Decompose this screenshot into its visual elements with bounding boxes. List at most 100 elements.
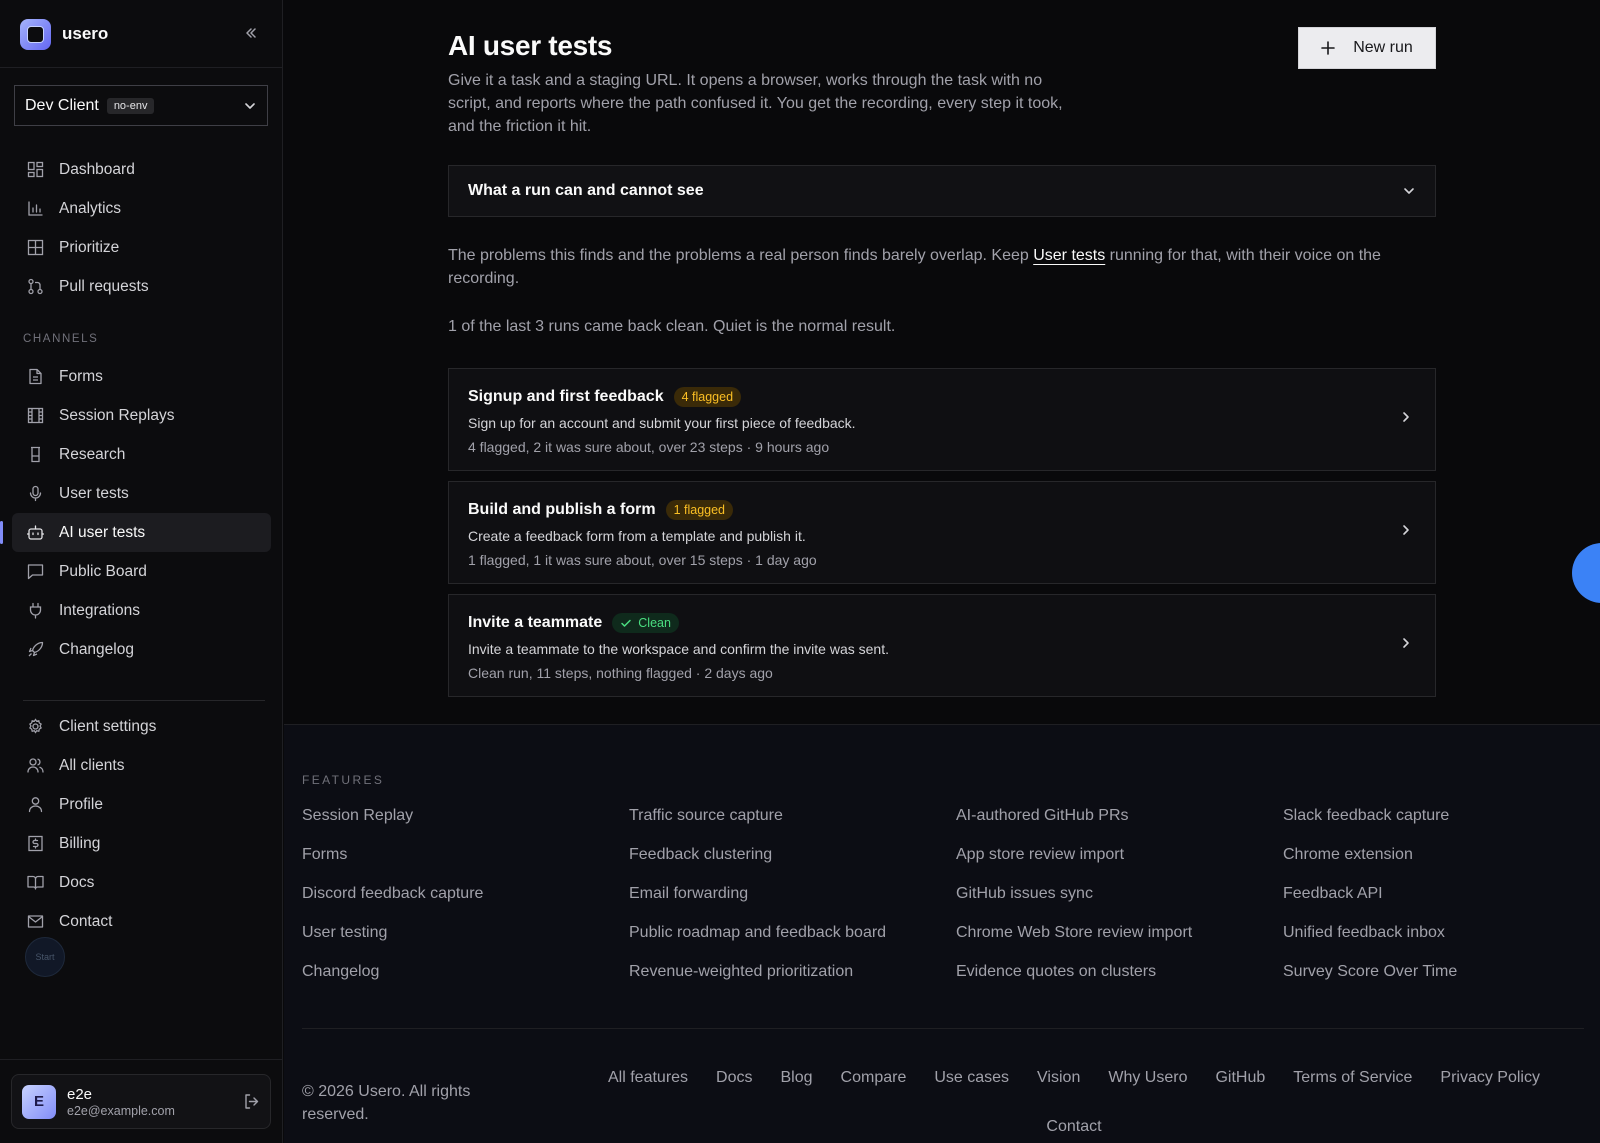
start-button[interactable]: Start (25, 937, 65, 977)
run-meta: 4 flagged, 2 it was sure about, over 23 … (468, 439, 830, 455)
run-meta: Clean run, 11 steps, nothing flagged · 2… (468, 665, 773, 681)
run-card-invite[interactable]: Invite a teammate Clean Invite a teammat… (448, 594, 1436, 697)
sidebar-item-label: Profile (59, 795, 103, 813)
footer-link[interactable]: Vision (1037, 1067, 1080, 1089)
sidebar-item-all-clients[interactable]: All clients (12, 746, 271, 785)
user-card[interactable]: E e2e e2e@example.com (11, 1074, 271, 1129)
nav-primary: Dashboard Analytics Prioritize Pull requ… (12, 150, 271, 306)
footer-feature-link[interactable]: Forms (302, 844, 483, 883)
footer-link[interactable]: GitHub (1215, 1067, 1265, 1089)
footer-link[interactable]: All features (608, 1067, 688, 1089)
user-email: e2e@example.com (67, 1103, 175, 1118)
footer-links: All features Docs Blog Compare Use cases… (584, 1067, 1564, 1138)
env-badge: no-env (106, 97, 155, 114)
footer-feature-link[interactable]: Session Replay (302, 805, 483, 844)
sidebar-item-label: Analytics (59, 199, 122, 217)
status-badge: Clean (612, 613, 679, 633)
message-square-icon (26, 563, 44, 581)
flask-icon (26, 446, 44, 464)
footer-feature-link[interactable]: Slack feedback capture (1283, 805, 1457, 844)
badge-label: Clean (638, 616, 671, 630)
footer-feature-link[interactable]: App store review import (956, 844, 1192, 883)
sidebar-item-changelog[interactable]: Changelog (12, 630, 271, 669)
footer-feature-link[interactable]: Feedback API (1283, 883, 1457, 922)
footer-feature-link[interactable]: Public roadmap and feedback board (629, 922, 886, 961)
footer-link[interactable]: Compare (841, 1067, 907, 1089)
nav-secondary: Client settings All clients Profile Bill… (12, 707, 271, 941)
chevron-down-icon (243, 99, 257, 113)
sidebar-item-contact[interactable]: Contact (12, 902, 271, 941)
sidebar-item-forms[interactable]: Forms (12, 357, 271, 396)
footer-link[interactable]: Blog (781, 1067, 813, 1089)
plus-icon (1321, 41, 1336, 55)
footer-feature-link[interactable]: Revenue-weighted prioritization (629, 961, 886, 1000)
sidebar-item-profile[interactable]: Profile (12, 785, 271, 824)
gear-icon (26, 718, 44, 736)
divider (23, 700, 265, 701)
sidebar-item-public-board[interactable]: Public Board (12, 552, 271, 591)
bot-icon (26, 524, 44, 542)
footer-link[interactable]: Use cases (934, 1067, 1009, 1089)
sidebar-item-label: Pull requests (59, 277, 149, 295)
footer-feature-link[interactable]: Chrome Web Store review import (956, 922, 1192, 961)
footer-feature-link[interactable]: Feedback clustering (629, 844, 886, 883)
footer-link[interactable]: Contact (1046, 1116, 1101, 1138)
sidebar-item-integrations[interactable]: Integrations (12, 591, 271, 630)
collapse-sidebar-button[interactable] (240, 22, 262, 44)
footer-feature-link[interactable]: User testing (302, 922, 483, 961)
footer-feature-link[interactable]: Evidence quotes on clusters (956, 961, 1192, 1000)
active-indicator (0, 521, 3, 544)
run-title: Signup and first feedback (468, 388, 664, 405)
footer-feature-link[interactable]: AI-authored GitHub PRs (956, 805, 1192, 844)
sidebar-item-prioritize[interactable]: Prioritize (12, 228, 271, 267)
book-open-icon (26, 874, 44, 892)
sidebar-item-user-tests[interactable]: User tests (12, 474, 271, 513)
user-tests-link[interactable]: User tests (1033, 247, 1105, 264)
divider (0, 1059, 283, 1060)
footer-link[interactable]: Docs (716, 1067, 752, 1089)
run-card-build-form[interactable]: Build and publish a form 1 flagged Creat… (448, 481, 1436, 584)
chevron-right-icon (1399, 410, 1413, 424)
footer-link[interactable]: Why Usero (1108, 1067, 1187, 1089)
footer-feature-link[interactable]: Chrome extension (1283, 844, 1457, 883)
footer-link[interactable]: Terms of Service (1293, 1067, 1412, 1089)
sidebar-item-client-settings[interactable]: Client settings (12, 707, 271, 746)
footer-features-label: FEATURES (302, 773, 385, 787)
rocket-icon (26, 641, 44, 659)
chevron-right-icon (1399, 636, 1413, 650)
logout-button[interactable] (243, 1093, 260, 1110)
footer-feature-link[interactable]: Traffic source capture (629, 805, 886, 844)
footer-feature-link[interactable]: Survey Score Over Time (1283, 961, 1457, 1000)
capabilities-accordion[interactable]: What a run can and cannot see (448, 165, 1436, 217)
run-card-signup[interactable]: Signup and first feedback 4 flagged Sign… (448, 368, 1436, 471)
new-run-label: New run (1353, 39, 1413, 56)
sidebar-item-docs[interactable]: Docs (12, 863, 271, 902)
sidebar-item-billing[interactable]: Billing (12, 824, 271, 863)
sidebar-item-ai-user-tests[interactable]: AI user tests (0, 513, 271, 552)
avatar: E (22, 1084, 56, 1119)
footer-feature-link[interactable]: Unified feedback inbox (1283, 922, 1457, 961)
new-run-button[interactable]: New run (1298, 27, 1436, 69)
status-badge: 1 flagged (665, 500, 733, 520)
page-description: Give it a task and a staging URL. It ope… (448, 72, 1063, 135)
sidebar-item-dashboard[interactable]: Dashboard (12, 150, 271, 189)
footer-feature-link[interactable]: Email forwarding (629, 883, 886, 922)
run-description: Invite a teammate to the workspace and c… (468, 641, 889, 657)
client-selector[interactable]: Dev Client no-env (14, 85, 268, 126)
accordion-title: What a run can and cannot see (468, 182, 704, 199)
footer-feature-link[interactable]: Changelog (302, 961, 483, 1000)
sidebar-item-session-replays[interactable]: Session Replays (12, 396, 271, 435)
brand[interactable]: usero (20, 18, 108, 50)
client-name: Dev Client (25, 96, 99, 114)
nav-channels: Forms Session Replays Research User test… (0, 357, 271, 669)
sidebar-item-research[interactable]: Research (12, 435, 271, 474)
footer-link[interactable]: Privacy Policy (1440, 1067, 1540, 1089)
sidebar-item-pull-requests[interactable]: Pull requests (12, 267, 271, 306)
footer-feature-link[interactable]: GitHub issues sync (956, 883, 1192, 922)
sidebar-item-label: Session Replays (59, 406, 175, 424)
mail-icon (26, 913, 44, 931)
footer-feature-link[interactable]: Discord feedback capture (302, 883, 483, 922)
sidebar-item-analytics[interactable]: Analytics (12, 189, 271, 228)
sidebar-item-label: Research (59, 445, 126, 463)
sidebar-item-label: Contact (59, 912, 113, 930)
